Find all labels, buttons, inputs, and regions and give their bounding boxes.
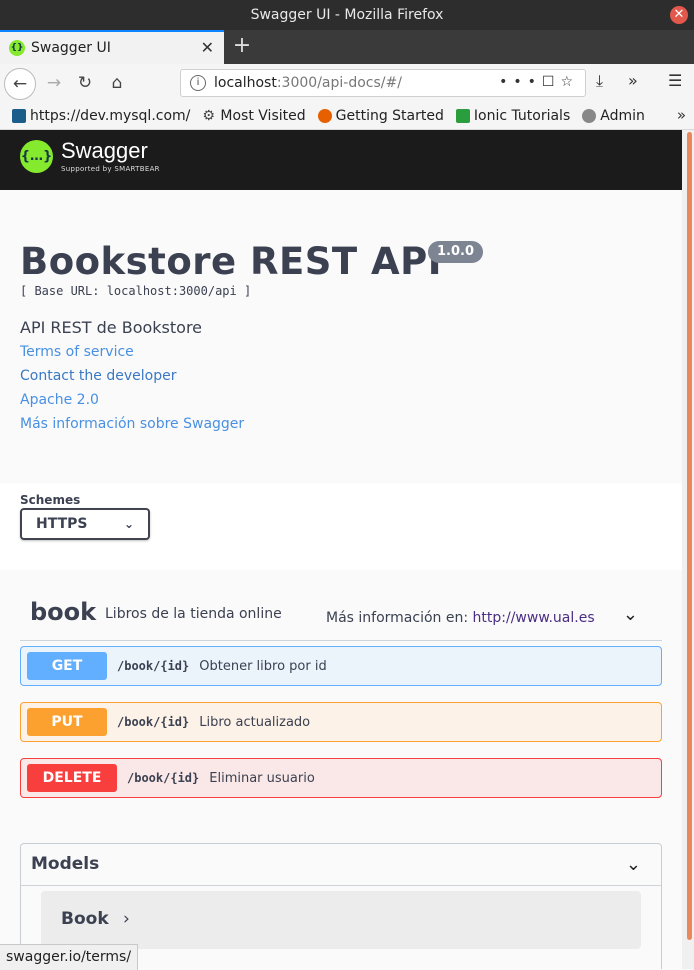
schemes-label: Schemes [20,493,81,507]
bookmark-item[interactable]: ⚙ Most Visited [202,108,305,124]
method-badge: DELETE [27,764,117,792]
operation-path: /book/{id} [127,771,200,785]
tab-swagger-ui[interactable]: {} Swagger UI ✕ [0,30,224,64]
forward-arrow-icon[interactable]: → [42,71,66,95]
close-tab-icon[interactable]: ✕ [201,38,214,57]
reload-icon[interactable]: ↻ [73,71,97,95]
tag-description: Libros de la tienda online [105,606,282,622]
bookmark-item[interactable]: Getting Started [317,107,444,124]
chevron-right-icon: › [123,909,130,929]
bookmarks-toolbar: https://dev.mysql.com/ ⚙ Most Visited Ge… [0,102,694,130]
new-tab-icon[interactable]: + [230,33,254,59]
firefox-icon [317,108,332,123]
bookmark-label: Getting Started [335,107,444,124]
method-badge: PUT [27,708,107,736]
tag-more-link[interactable]: http://www.ual.es [473,610,595,626]
operation-path: /book/{id} [117,659,190,673]
ual-icon [455,108,470,123]
tag-more-label: Más información en: [326,610,469,626]
swagger-tagline: Supported by SMARTBEAR [61,165,160,173]
operation-delete-book[interactable]: DELETE /book/{id} Eliminar usuario [20,758,662,798]
terms-link[interactable]: Terms of service [20,344,134,360]
url-host: localhost [214,75,277,91]
bookmark-item[interactable]: Ionic Tutorials [455,107,571,124]
window-title: Swagger UI - Mozilla Firefox [250,7,444,23]
address-bar[interactable]: i localhost:3000/api-docs/#/ •••☐☆ [180,69,586,97]
tab-label: Swagger UI [31,40,111,56]
tab-bar: {} Swagger UI ✕ + [0,30,694,64]
models-title: Models [31,854,100,874]
bookmark-item[interactable]: Admin [582,108,645,124]
model-book[interactable]: Book › [41,891,641,949]
base-url: [ Base URL: localhost:3000/api ] [20,284,252,298]
external-docs-link[interactable]: Más información sobre Swagger [20,416,244,432]
status-bar: swagger.io/terms/ [0,944,139,970]
page-scrollbar[interactable] [682,130,694,969]
schemes-selected: HTTPS [36,516,88,532]
back-arrow-icon[interactable]: ← [4,68,36,100]
operation-put-book[interactable]: PUT /book/{id} Libro actualizado [20,702,662,742]
bookmark-label: Admin [600,107,645,124]
license-link[interactable]: Apache 2.0 [20,392,99,408]
scrollbar-thumb[interactable] [687,132,692,940]
mysql-icon [12,108,26,123]
gear-icon: ⚙ [202,107,215,124]
bookmark-label: https://dev.mysql.com/ [30,107,191,124]
swagger-logo[interactable]: {…} Swagger Supported by SMARTBEAR [20,140,160,173]
bookmark-label: Most Visited [220,107,306,124]
navigation-toolbar: ← → ↻ ⌂ i localhost:3000/api-docs/#/ •••… [0,64,694,103]
tag-name: book [30,598,97,626]
bookmark-item[interactable]: https://dev.mysql.com/ [12,108,190,124]
url-path: :3000/api-docs/#/ [276,75,402,91]
operation-summary: Libro actualizado [199,714,311,730]
admin-icon [582,108,597,123]
operations-section: book Libros de la tienda online Más info… [0,570,682,969]
tag-header-book[interactable]: book Libros de la tienda online Más info… [20,592,662,641]
home-icon[interactable]: ⌂ [105,71,129,95]
schemes-select[interactable]: HTTPS ⌄ [20,508,150,540]
tag-external-docs: Más información en: http://www.ual.es [326,610,595,626]
swagger-logo-icon: {…} [20,140,53,173]
models-header[interactable]: Models ⌄ [21,844,661,886]
site-info-icon[interactable]: i [190,75,206,91]
page-actions-icon[interactable]: •••☐☆ [499,74,579,90]
chevron-down-icon: ⌄ [625,854,641,875]
swagger-favicon-icon: {} [9,40,25,56]
overflow-chevron-icon[interactable]: » [628,71,638,90]
menu-icon[interactable]: ☰ [668,71,682,90]
swagger-topbar: {…} Swagger Supported by SMARTBEAR [0,130,682,190]
api-info: Bookstore REST API 1.0.0 [ Base URL: loc… [0,190,682,483]
version-badge: 1.0.0 [428,241,484,263]
schemes-section: Schemes HTTPS ⌄ [0,483,682,570]
operation-summary: Obtener libro por id [199,658,327,674]
method-badge: GET [27,652,107,680]
page-title: Bookstore REST API [20,240,443,283]
download-icon[interactable]: ⤓ [596,71,603,91]
close-window-icon[interactable]: ✕ [670,6,688,24]
window-titlebar: Swagger UI - Mozilla Firefox ✕ [0,0,694,30]
model-name: Book [61,909,109,929]
bookmarks-overflow-icon[interactable]: » [677,106,686,124]
operation-get-book[interactable]: GET /book/{id} Obtener libro por id [20,646,662,686]
api-description: API REST de Bookstore [20,318,203,337]
swagger-brand: Swagger [61,138,148,163]
operation-path: /book/{id} [117,715,190,729]
operation-summary: Eliminar usuario [209,770,315,786]
chevron-down-icon: ⌄ [123,517,134,531]
page-content: {…} Swagger Supported by SMARTBEAR I Boo… [0,130,682,969]
contact-link[interactable]: Contact the developer [20,368,176,384]
chevron-down-icon[interactable]: ⌄ [623,604,638,625]
bookmark-label: Ionic Tutorials [473,107,571,124]
